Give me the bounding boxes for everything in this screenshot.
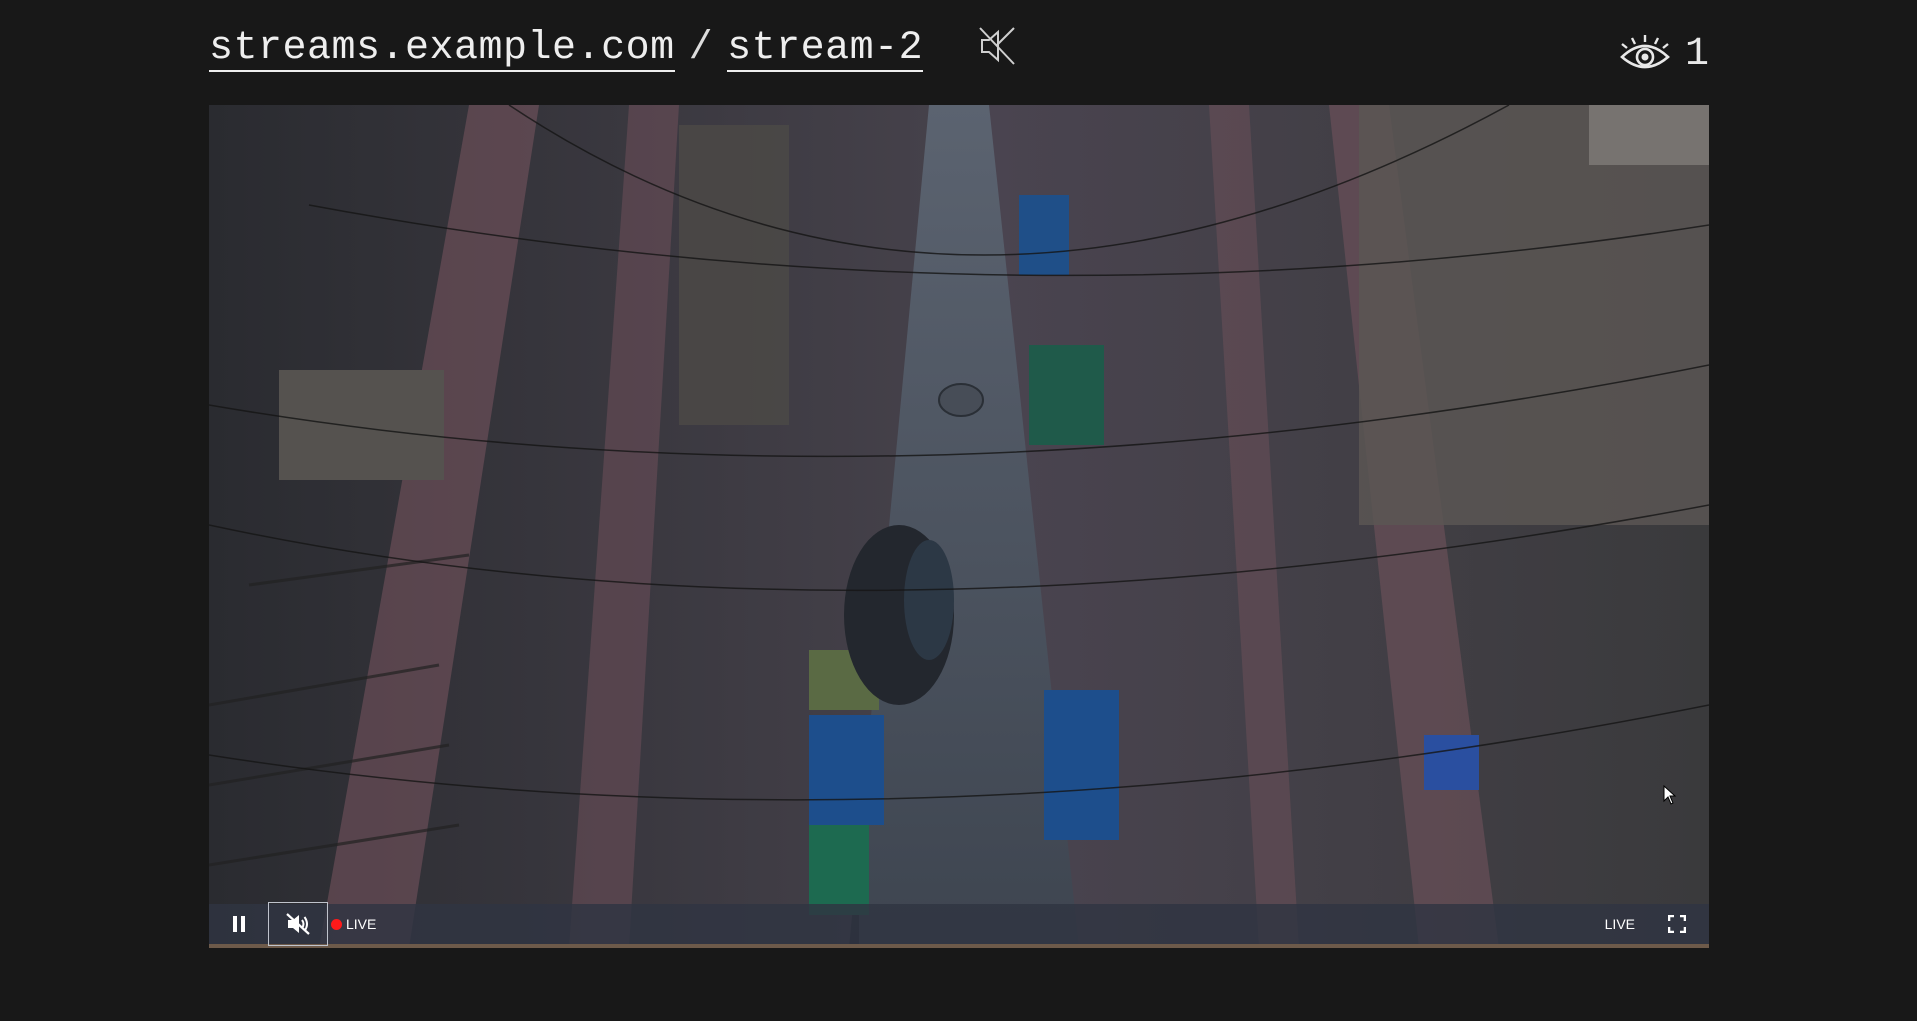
player-control-bar: LIVE LIVE [209,902,1709,948]
mouse-cursor-icon [1663,785,1677,805]
header: streams.example.com / stream-2 1 [209,20,1709,80]
pause-button[interactable] [219,904,259,944]
mute-button[interactable] [268,902,328,946]
video-frame [209,105,1709,948]
domain-link[interactable]: streams.example.com [209,28,675,72]
stream-page: streams.example.com / stream-2 1 LIVE LI… [0,0,1917,1021]
stream-link[interactable]: stream-2 [727,28,924,72]
fullscreen-icon [1668,915,1686,933]
speaker-muted-icon[interactable] [974,24,1018,68]
pause-icon [233,916,245,932]
eye-icon [1620,34,1670,68]
fullscreen-button[interactable] [1657,904,1697,944]
viewer-count: 1 [1684,32,1709,77]
live-indicator-label: LIVE [346,916,377,932]
video-player[interactable]: LIVE LIVE [209,105,1709,948]
live-dot-icon [331,918,342,930]
breadcrumb-separator: / [688,26,714,71]
seek-to-live-button[interactable]: LIVE [1605,904,1635,944]
live-indicator: LIVE [331,904,376,944]
breadcrumb: streams.example.com / stream-2 [209,26,924,72]
volume-muted-icon [286,913,310,935]
viewer-counter: 1 [1619,32,1709,77]
